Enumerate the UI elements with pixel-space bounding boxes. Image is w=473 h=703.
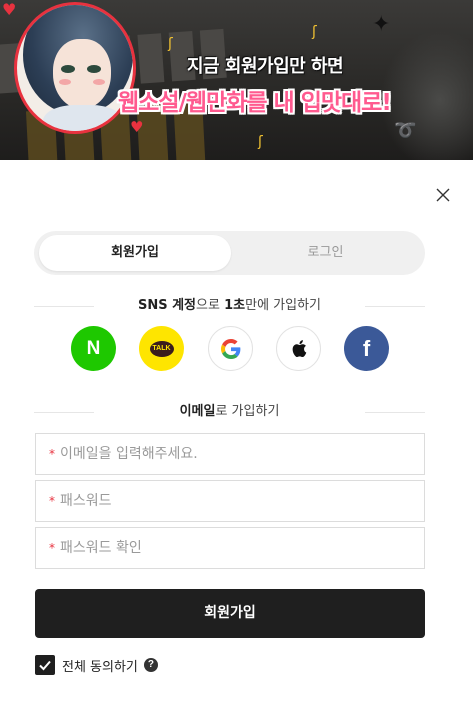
sns-heading-text-2: 만에 가입하기 [245,298,322,313]
email-field: * [35,433,425,475]
facebook-login-button[interactable]: f [344,326,389,371]
email-signup-heading: 이메일로 가입하기 [34,402,425,422]
checkmark-icon [39,660,51,671]
kakao-icon: TALK [149,340,174,357]
close-icon [436,188,450,202]
sns-heading-text: 으로 [196,298,225,313]
facebook-icon: f [362,335,371,361]
agree-all-row: 전체 동의하기 ? [35,655,158,675]
password-confirm-field: * [35,527,425,569]
naver-icon: N [86,337,101,359]
password-field: * [35,480,425,522]
banner-headline: 지금 회원가입만 하면 [187,56,344,77]
google-icon [220,338,240,359]
auth-tabs: 회원가입 로그인 [34,231,425,275]
tab-login[interactable]: 로그인 [230,235,421,271]
close-button[interactable] [433,185,453,205]
password-confirm-input[interactable] [60,528,424,568]
sns-heading-bold-2: 1초 [224,298,246,313]
naver-login-button[interactable]: N [71,326,116,371]
divider-line [365,412,425,413]
help-icon[interactable]: ? [143,658,158,672]
kakao-login-button[interactable]: TALK [139,326,184,371]
heart-icon: ♥ [2,0,17,19]
signup-submit-button[interactable]: 회원가입 [35,589,425,638]
required-mark: * [49,494,55,508]
email-input[interactable] [60,434,424,474]
tab-signup[interactable]: 회원가입 [39,235,231,271]
google-login-button[interactable] [208,326,253,371]
apple-login-button[interactable] [276,326,321,371]
heart-icon: ♥ [130,118,144,136]
agree-all-checkbox[interactable] [35,655,55,675]
squiggle-icon: ʃ [168,36,173,52]
agree-all-label[interactable]: 전체 동의하기 [62,656,138,675]
email-heading-text: 로 가입하기 [215,404,280,419]
password-input[interactable] [60,481,424,521]
required-mark: * [49,541,55,555]
sns-heading-bold: SNS 계정 [137,298,197,313]
sparkle-icon: ✦ [372,12,391,37]
divider-line [365,306,425,307]
squiggle-icon: ʃ [312,24,317,40]
curl-icon: ➰ [394,120,417,141]
squiggle-icon: ʃ [258,134,263,150]
apple-icon [292,340,306,358]
banner-subheadline: 웹소설/웹만화를 내 입맛대로! [118,90,392,116]
sns-signup-heading: SNS 계정으로 1초만에 가입하기 [34,296,425,316]
promo-banner: ▮▮ ▮▮▮▮▮ ▮▮▮▮▮ ♥ ♥ ✦ ʃ ʃ ʃ ➰ 지금 회원가입만 하면… [0,0,473,160]
email-heading-bold: 이메일 [179,404,216,419]
required-mark: * [49,447,55,461]
